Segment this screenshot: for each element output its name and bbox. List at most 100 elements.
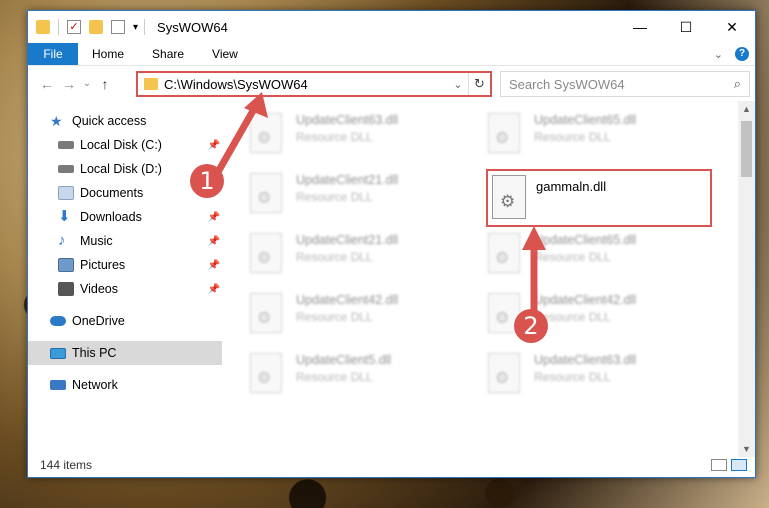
- pin-icon[interactable]: 📌: [208, 212, 220, 223]
- tab-home[interactable]: Home: [78, 43, 138, 65]
- new-folder-icon[interactable]: [89, 20, 103, 34]
- sidebar-item-label: This PC: [72, 346, 117, 360]
- file-name: UpdateClient21.dll: [296, 173, 399, 187]
- file-name: UpdateClient42.dll: [534, 293, 637, 307]
- dll-file-icon: [250, 113, 282, 153]
- file-name: UpdateClient63.dll: [296, 113, 399, 127]
- address-bar[interactable]: C:\Windows\SysWOW64 ⌄ ↻: [136, 71, 492, 97]
- pin-icon[interactable]: 📌: [208, 140, 220, 151]
- pin-icon[interactable]: 📌: [208, 260, 220, 271]
- customize-toolbar-icon[interactable]: [111, 20, 125, 34]
- details-view-icon[interactable]: [711, 459, 727, 471]
- file-name: UpdateClient65.dll: [534, 113, 637, 127]
- maximize-button[interactable]: ☐: [663, 11, 709, 43]
- step-1-callout: 1: [190, 164, 224, 198]
- list-item[interactable]: UpdateClient42.dll Resource DLL: [250, 293, 450, 341]
- file-type: Resource DLL: [296, 130, 373, 144]
- sidebar-item-onedrive[interactable]: OneDrive: [28, 309, 222, 333]
- file-type: Resource DLL: [534, 310, 611, 324]
- tab-view[interactable]: View: [198, 43, 252, 65]
- file-explorer-window: ✓ ▾ SysWOW64 — ☐ ✕ File Home Share View …: [27, 10, 756, 478]
- up-button[interactable]: ↑: [94, 76, 116, 92]
- pin-icon[interactable]: 📌: [208, 236, 220, 247]
- pin-icon[interactable]: 📌: [208, 284, 220, 295]
- properties-icon[interactable]: ✓: [67, 20, 81, 34]
- dll-file-icon: [488, 113, 520, 153]
- list-item[interactable]: UpdateClient63.dll Resource DLL: [250, 113, 450, 161]
- sidebar-item-pictures[interactable]: Pictures 📌: [28, 253, 222, 277]
- sidebar-item-label: Pictures: [80, 258, 126, 272]
- list-item[interactable]: UpdateClient5.dll Resource DLL: [250, 353, 450, 401]
- sidebar-item-label: Local Disk (D:): [80, 162, 162, 176]
- dll-file-icon: [250, 173, 282, 213]
- search-placeholder: Search SysWOW64: [509, 76, 625, 92]
- tab-share[interactable]: Share: [138, 43, 198, 65]
- refresh-button[interactable]: ↻: [468, 73, 490, 95]
- music-icon: ♪: [58, 232, 66, 249]
- list-item[interactable]: UpdateClient21.dll Resource DLL: [250, 233, 450, 281]
- sidebar-item-this-pc[interactable]: This PC: [28, 341, 222, 365]
- sidebar-item-label: Videos: [80, 282, 118, 296]
- highlighted-file-item[interactable]: gammaln.dll: [486, 169, 712, 227]
- sidebar-item-label: Network: [72, 378, 118, 392]
- file-name: UpdateClient42.dll: [296, 293, 399, 307]
- back-button[interactable]: ←: [36, 76, 58, 92]
- expand-ribbon-icon[interactable]: ⌄: [714, 48, 723, 61]
- chevron-down-icon[interactable]: ⌄: [448, 78, 468, 91]
- file-name: UpdateClient65.dll: [534, 233, 637, 247]
- list-item[interactable]: UpdateClient63.dll Resource DLL: [488, 353, 688, 401]
- file-name: UpdateClient63.dll: [534, 353, 637, 367]
- scroll-up-button[interactable]: ▲: [738, 101, 755, 117]
- chevron-down-icon[interactable]: ▾: [133, 22, 138, 33]
- address-path[interactable]: C:\Windows\SysWOW64: [164, 77, 448, 92]
- search-icon[interactable]: ⌕: [734, 76, 741, 92]
- window-title: SysWOW64: [157, 19, 228, 35]
- sidebar-item-downloads[interactable]: ⬇ Downloads 📌: [28, 205, 222, 229]
- file-type: Resource DLL: [534, 130, 611, 144]
- sidebar-item-local-disk-c[interactable]: Local Disk (C:) 📌: [28, 133, 222, 157]
- sidebar-item-videos[interactable]: Videos 📌: [28, 277, 222, 301]
- drive-icon: [58, 165, 74, 173]
- sidebar-item-network[interactable]: Network: [28, 373, 222, 397]
- dll-file-icon: [488, 353, 520, 393]
- documents-icon: [58, 186, 74, 200]
- file-name: UpdateClient21.dll: [296, 233, 399, 247]
- divider: [144, 19, 146, 35]
- dll-file-icon: [250, 353, 282, 393]
- list-item[interactable]: UpdateClient21.dll Resource DLL: [250, 173, 450, 221]
- file-type: Resource DLL: [534, 370, 611, 384]
- dll-file-icon: [488, 233, 520, 273]
- file-type: Resource DLL: [534, 250, 611, 264]
- folder-icon: [144, 78, 158, 90]
- file-type: Resource DLL: [296, 310, 373, 324]
- sidebar-item-label: OneDrive: [72, 314, 125, 328]
- vertical-scrollbar[interactable]: ▲ ▼: [738, 101, 755, 457]
- scroll-thumb[interactable]: [741, 121, 752, 177]
- sidebar-item-label: Local Disk (C:): [80, 138, 162, 152]
- minimize-button[interactable]: —: [617, 11, 663, 43]
- list-item[interactable]: UpdateClient65.dll Resource DLL: [488, 233, 688, 281]
- dll-file-icon: [250, 293, 282, 333]
- sidebar-item-music[interactable]: ♪ Music 📌: [28, 229, 222, 253]
- recent-locations-button[interactable]: ⌄: [80, 78, 94, 89]
- close-button[interactable]: ✕: [709, 11, 755, 43]
- list-item[interactable]: UpdateClient65.dll Resource DLL: [488, 113, 688, 161]
- network-icon: [50, 380, 66, 390]
- title-bar: ✓ ▾ SysWOW64 — ☐ ✕: [28, 11, 755, 43]
- help-icon[interactable]: ?: [735, 47, 749, 61]
- sidebar-item-quick-access[interactable]: ★ Quick access: [28, 109, 222, 133]
- dll-file-icon: [250, 233, 282, 273]
- navigation-bar: ← → ⌄ ↑ C:\Windows\SysWOW64 ⌄ ↻ Search S…: [28, 65, 755, 101]
- large-icons-view-icon[interactable]: [731, 459, 747, 471]
- videos-icon: [58, 282, 74, 296]
- forward-button[interactable]: →: [58, 76, 80, 92]
- pictures-icon: [58, 258, 74, 272]
- sidebar-item-label: Quick access: [72, 114, 147, 128]
- dll-file-icon: [492, 175, 526, 219]
- search-input[interactable]: Search SysWOW64 ⌕: [500, 71, 750, 97]
- file-name: UpdateClient5.dll: [296, 353, 392, 367]
- tab-file[interactable]: File: [28, 43, 78, 65]
- sidebar-item-label: Music: [80, 234, 113, 248]
- file-type: Resource DLL: [296, 190, 373, 204]
- folder-icon: [36, 20, 50, 34]
